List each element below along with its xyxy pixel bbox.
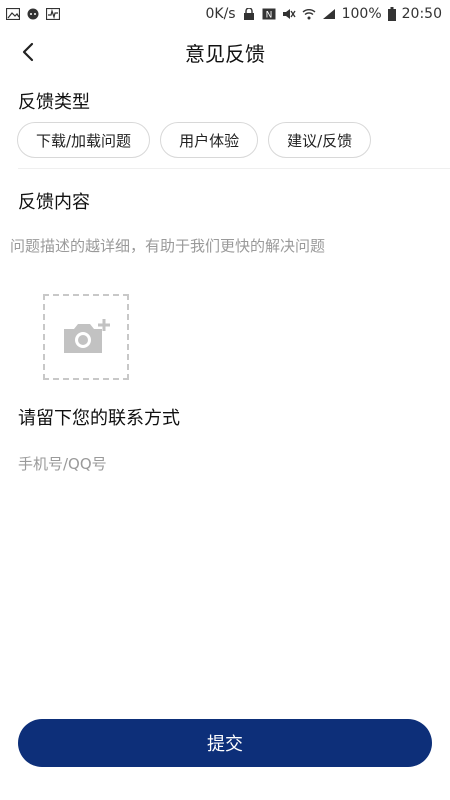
feedback-type-options: 下载/加载问题 用户体验 建议/反馈	[17, 122, 372, 158]
status-left	[6, 8, 60, 20]
back-button[interactable]	[12, 36, 44, 68]
chip-suggestion[interactable]: 建议/反馈	[268, 122, 372, 158]
battery-icon	[387, 7, 396, 21]
image-upload-button[interactable]	[43, 294, 129, 380]
lock-icon	[243, 8, 254, 20]
chevron-left-icon	[22, 42, 34, 62]
submit-button[interactable]: 提交	[18, 719, 432, 767]
nfc-icon: N	[262, 8, 276, 20]
header: 意见反馈	[0, 28, 450, 76]
clock: 20:50	[401, 6, 442, 22]
chip-user-experience[interactable]: 用户体验	[160, 122, 259, 158]
activity-icon	[46, 8, 60, 20]
status-bar: 0K/s N 100% 20:50	[0, 0, 450, 28]
mute-icon	[282, 9, 296, 19]
feedback-content-input[interactable]	[10, 230, 440, 262]
net-speed: 0K/s	[205, 6, 236, 22]
page-title: 意见反馈	[185, 41, 265, 66]
feedback-type-label: 反馈类型	[18, 92, 90, 113]
status-right: 0K/s N 100% 20:50	[206, 6, 443, 22]
chip-download-issue[interactable]: 下载/加载问题	[17, 122, 151, 158]
battery-percent: 100%	[341, 6, 382, 22]
signal-icon	[322, 9, 335, 19]
contact-label: 请留下您的联系方式	[18, 408, 180, 429]
contact-input[interactable]	[18, 448, 438, 480]
camera-add-icon	[64, 319, 110, 353]
divider	[18, 168, 450, 169]
feedback-content-label: 反馈内容	[18, 192, 90, 213]
image-icon	[6, 8, 20, 20]
chat-icon	[27, 8, 39, 20]
wifi-icon	[302, 9, 316, 20]
svg-text:N: N	[265, 11, 272, 21]
